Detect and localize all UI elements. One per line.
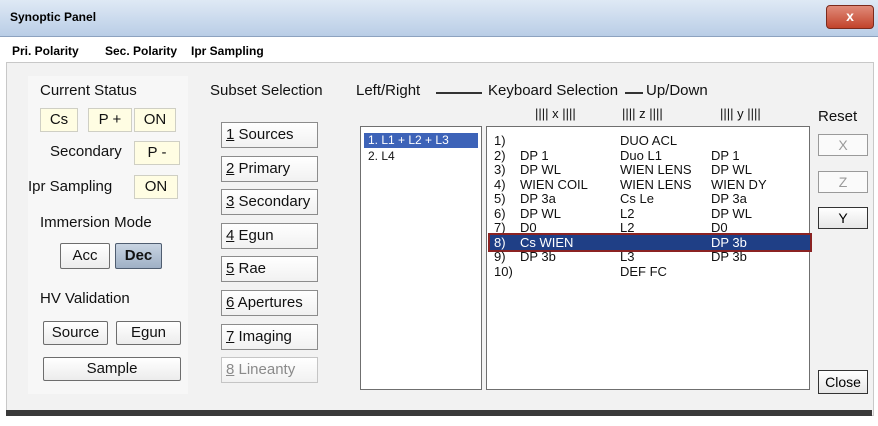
keyboard-row[interactable]: 4) WIEN COIL WIEN LENS WIEN DY [490,177,810,192]
header-divider-line [625,92,643,94]
current-status-label: Current Status [40,82,137,99]
column-x-header: |||| x |||| [535,106,576,121]
keyboard-row-z-cell: L2 [620,220,635,235]
hv-validation-label: HV Validation [40,290,130,307]
keyboard-row-y-cell: DP 3a [711,191,747,206]
reset-label: Reset [818,108,858,125]
keyboard-row-number: 1) [494,133,506,148]
keyboard-row[interactable]: 5) DP 3a Cs Le DP 3a [490,191,810,206]
reset-z-button[interactable]: Z [818,171,868,193]
secondary-value-box: P - [134,141,180,165]
keyboard-row-y-cell: WIEN DY [711,176,767,192]
keyboard-row-y-cell: DP 1 [711,147,740,163]
keyboard-row[interactable]: 10) DEF FC [490,264,810,279]
lens-option-l1-l2-l3[interactable]: 1. L1 + L2 + L3 [364,133,478,148]
column-z-header: |||| z |||| [622,106,663,121]
window-close-button[interactable]: x [826,5,874,29]
secondary-label: Secondary [50,143,122,160]
keyboard-row-x-cell: D0 [520,220,537,235]
ipr-sampling-label: Ipr Sampling [28,178,113,195]
keyboard-row-number: 2) [494,147,506,163]
keyboard-row-y-cell: DP 3b [711,234,747,250]
keyboard-row-x-cell: WIEN COIL [520,176,588,192]
header-divider-line [436,92,482,94]
column-y-header: |||| y |||| [720,106,761,121]
left-right-listbox[interactable] [360,126,482,390]
status-polarity-box: P + [88,108,132,132]
subset-rae-button[interactable]: 5 Rae [221,256,318,282]
keyboard-row-z-cell: Duo L1 [620,147,662,163]
subset-linearity-button[interactable]: 8 Lineanty [221,357,318,383]
keyboard-row-y-cell: DP 3b [711,249,747,264]
keyboard-row[interactable]: 7) D0 L2 D0 [490,220,810,235]
menu-pri-polarity[interactable]: Pri. Polarity [12,44,79,58]
keyboard-row-x-cell: Cs WIEN [520,234,574,250]
keyboard-row-z-cell: Cs Le [620,191,654,206]
subset-egun-button[interactable]: 4 Egun [221,223,318,249]
keyboard-row[interactable]: 8) Cs WIEN DP 3b [488,232,812,252]
keyboard-row-y-cell: DP WL [711,162,752,177]
keyboard-row-z-cell: L2 [620,205,635,221]
status-cs-box: Cs [40,108,78,132]
keyboard-row-z-cell: DUO ACL [620,133,678,148]
keyboard-row-number: 10) [494,263,513,279]
close-button[interactable]: Close [818,370,868,394]
subset-secondary-button[interactable]: 3 Secondary [221,189,318,215]
subset-imaging-button[interactable]: 7 Imaging [221,324,318,350]
reset-x-button[interactable]: X [818,134,868,156]
keyboard-row-x-cell: DP 3b [520,249,556,264]
keyboard-row-z-cell: WIEN LENS [620,176,692,192]
keyboard-row[interactable]: 2) DP 1 Duo L1 DP 1 [490,148,810,163]
window-bottom-edge [6,410,872,416]
keyboard-row-number: 3) [494,162,506,177]
reset-y-button[interactable]: Y [818,207,868,229]
source-button[interactable]: Source [43,321,108,345]
ipr-sampling-value-box: ON [134,175,178,199]
keyboard-row-y-cell: D0 [711,220,728,235]
subset-apertures-button[interactable]: 6 Apertures [221,290,318,316]
sample-button[interactable]: Sample [43,357,181,381]
keyboard-row-z-cell: L3 [620,249,635,264]
up-down-title: Up/Down [646,82,708,99]
title-bar [0,0,878,37]
menu-sec-polarity[interactable]: Sec. Polarity [105,44,177,58]
keyboard-row[interactable]: 3) DP WL WIEN LENS DP WL [490,162,810,177]
keyboard-row[interactable]: 9) DP 3b L3 DP 3b [490,249,810,264]
keyboard-row-y-cell: DP WL [711,205,752,221]
keyboard-row[interactable]: 1) DUO ACL [490,133,810,148]
keyboard-row-z-cell: WIEN LENS [620,162,692,177]
keyboard-row-number: 6) [494,205,506,221]
keyboard-row[interactable]: 6) DP WL L2 DP WL [490,206,810,221]
dec-button[interactable]: Dec [115,243,162,269]
status-on-box: ON [134,108,176,132]
keyboard-selection-title: Keyboard Selection [488,82,619,99]
keyboard-row-z-cell: DEF FC [620,263,667,279]
lens-option-l4[interactable]: 2. L4 [364,149,478,164]
keyboard-row-number: 5) [494,191,506,206]
keyboard-row-x-cell: DP 3a [520,191,556,206]
keyboard-row-x-cell: DP 1 [520,147,549,163]
immersion-mode-label: Immersion Mode [40,214,152,231]
keyboard-row-number: 9) [494,249,506,264]
keyboard-row-x-cell: DP WL [520,162,561,177]
menu-ipr-sampling[interactable]: Ipr Sampling [191,44,264,58]
keyboard-row-number: 7) [494,220,506,235]
keyboard-row-number: 8) [494,234,506,250]
keyboard-row-x-cell: DP WL [520,205,561,221]
acc-button[interactable]: Acc [60,243,110,269]
keyboard-row-number: 4) [494,176,506,192]
subset-sources-button[interactable]: 1 Sources [221,122,318,148]
subset-selection-title: Subset Selection [210,82,323,99]
window-title: Synoptic Panel [10,10,97,24]
left-right-title: Left/Right [356,82,421,99]
egun-button[interactable]: Egun [116,321,181,345]
subset-primary-button[interactable]: 2 Primary [221,156,318,182]
